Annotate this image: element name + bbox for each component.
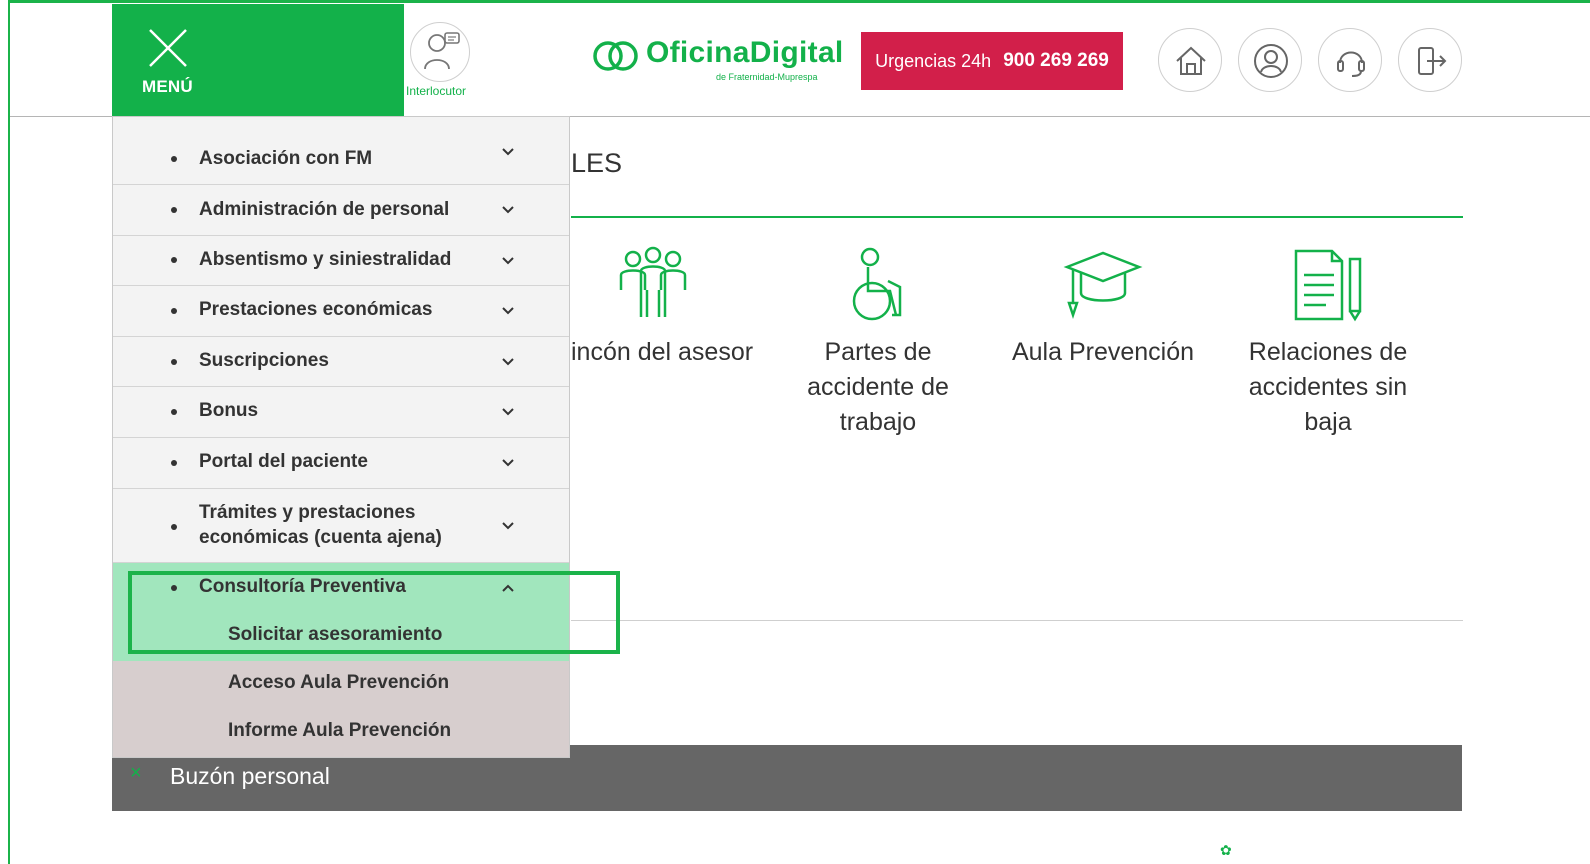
decorative-leaf-icon: ✿ xyxy=(1220,842,1232,858)
logout-icon xyxy=(1418,47,1447,75)
interlocutor-icon xyxy=(424,32,460,70)
bullet xyxy=(171,308,177,314)
headset-icon xyxy=(1337,51,1365,77)
menu-item-label: Administración de personal xyxy=(199,199,450,220)
menu-item-label: Asociación con FM xyxy=(199,148,373,169)
content-divider xyxy=(571,620,1463,621)
logout-button[interactable] xyxy=(1398,28,1462,92)
chevron-down-icon xyxy=(502,522,514,530)
urgencias-label: Urgencias 24h xyxy=(875,50,992,71)
support-button[interactable] xyxy=(1318,28,1382,92)
card-partes-accidente[interactable]: Partes de accidente de trabajo xyxy=(773,245,983,440)
bullet xyxy=(171,359,177,365)
home-button[interactable] xyxy=(1158,28,1222,92)
profile-button[interactable] xyxy=(1238,28,1302,92)
logo-icon xyxy=(593,41,638,71)
menu-toggle-button[interactable]: MENÚ xyxy=(112,4,404,116)
menu-item-label: Portal del paciente xyxy=(199,451,368,472)
interlocutor-button[interactable]: Interlocutor xyxy=(404,20,474,100)
chevron-down-icon xyxy=(502,459,514,467)
home-icon xyxy=(1176,46,1206,75)
urgencias-button[interactable]: Urgencias 24h 900 269 269 xyxy=(861,32,1123,90)
graduation-cap-icon xyxy=(1063,251,1143,319)
wheelchair-icon xyxy=(852,247,902,321)
chevron-down-icon xyxy=(502,408,514,416)
chevron-down-icon xyxy=(502,257,514,265)
highlight-box xyxy=(128,571,620,654)
card-aula-prevencion[interactable]: Aula Prevención xyxy=(998,245,1208,370)
menu-item-label: Bonus xyxy=(199,400,259,421)
menu-item-portal-paciente[interactable]: Portal del paciente xyxy=(113,438,569,489)
menu-item-label: Absentismo y siniestralidad xyxy=(199,249,452,270)
chevron-down-icon xyxy=(502,206,514,214)
menu-item-asociacion[interactable]: Asociación con FM xyxy=(113,117,569,185)
page-frame-left xyxy=(8,0,10,864)
menu-item-administracion[interactable]: Administración de personal xyxy=(113,185,569,236)
close-icon: × xyxy=(130,762,142,784)
menu-item-prestaciones[interactable]: Prestaciones económicas xyxy=(113,286,569,337)
bullet xyxy=(171,257,177,263)
menu-label: MENÚ xyxy=(142,77,193,96)
bullet xyxy=(171,460,177,466)
submenu-informe-aula[interactable]: Informe Aula Prevención xyxy=(113,709,569,757)
people-group-icon xyxy=(619,246,687,317)
submenu-label: Acceso Aula Prevención xyxy=(228,672,450,693)
oficina-digital-logo[interactable]: OficinaDigital de Fraternidad-Muprespa xyxy=(592,34,852,89)
card-label: Rincón del asesor xyxy=(552,338,754,366)
card-label: Aula Prevención xyxy=(1011,338,1195,366)
card-label: Relaciones de accidentes sin baja xyxy=(1248,338,1408,436)
section-underline xyxy=(571,216,1463,218)
document-pen-icon xyxy=(1294,249,1362,322)
interlocutor-icon-circle xyxy=(410,22,470,82)
close-icon xyxy=(149,29,187,67)
menu-item-label: Suscripciones xyxy=(199,350,329,371)
user-icon xyxy=(1254,44,1288,78)
chevron-down-icon xyxy=(502,358,514,366)
buzon-label: Buzón personal xyxy=(170,763,330,789)
menu-item-suscripciones[interactable]: Suscripciones xyxy=(113,337,569,387)
menu-item-label: Prestaciones económicas xyxy=(199,299,433,320)
bullet xyxy=(171,524,177,530)
interlocutor-label: Interlocutor xyxy=(406,84,467,98)
main-menu-dropdown: Asociación con FM Administración de pers… xyxy=(112,116,570,758)
submenu-label: Informe Aula Prevención xyxy=(228,720,452,741)
chevron-down-icon xyxy=(502,148,514,156)
card-label: Partes de accidente de trabajo xyxy=(807,338,949,436)
card-relaciones-accidentes[interactable]: Relaciones de accidentes sin baja xyxy=(1223,245,1433,440)
section-title: LES xyxy=(571,148,623,178)
card-rincon-asesor[interactable]: Rincón del asesor xyxy=(548,245,758,370)
urgencias-phone: 900 269 269 xyxy=(1003,50,1109,71)
submenu-acceso-aula[interactable]: Acceso Aula Prevención xyxy=(113,661,569,709)
menu-item-absentismo[interactable]: Absentismo y siniestralidad xyxy=(113,236,569,286)
menu-item-tramites[interactable]: Trámites y prestaciones económicas (cuen… xyxy=(113,489,569,563)
bullet xyxy=(171,207,177,213)
bullet xyxy=(171,409,177,415)
logo-brand-text: OficinaDigital xyxy=(646,36,844,69)
menu-item-bonus[interactable]: Bonus xyxy=(113,387,569,438)
chevron-down-icon xyxy=(502,307,514,315)
page-frame-top xyxy=(8,0,1590,3)
bullet xyxy=(171,156,177,162)
menu-item-label: Trámites y prestaciones económicas (cuen… xyxy=(199,502,442,548)
